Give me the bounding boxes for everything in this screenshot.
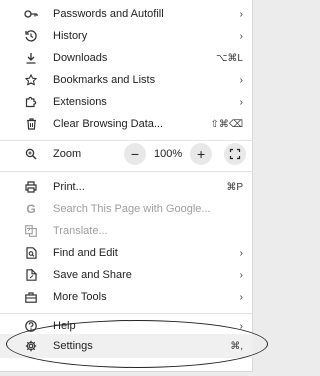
- menu-item-label: Downloads: [53, 52, 108, 64]
- menu-item-label: Clear Browsing Data...: [53, 118, 164, 130]
- chevron-right-icon: ›: [239, 247, 243, 259]
- toolbox-icon: [23, 289, 39, 305]
- menu-item-label: Translate...: [53, 225, 108, 237]
- help-icon: [23, 318, 39, 334]
- google-icon: G: [26, 202, 36, 216]
- menu-item-label: Extensions: [53, 96, 107, 108]
- menu-item-more-tools[interactable]: More Tools ›: [0, 285, 253, 309]
- shortcut-label: ⇧⌘⌫: [210, 118, 243, 130]
- menu-divider: [0, 171, 253, 172]
- menu-item-print[interactable]: Print... ⌘P: [0, 175, 253, 199]
- menu-item-label: Search This Page with Google...: [53, 203, 211, 215]
- menu-item-label: Bookmarks and Lists: [53, 74, 156, 86]
- zoom-controls: − 100% +: [124, 142, 247, 166]
- menu-item-zoom: Zoom − 100% +: [0, 142, 253, 166]
- menu-item-label: History: [53, 30, 88, 42]
- menu-item-find-and-edit[interactable]: Find and Edit ›: [0, 241, 253, 265]
- chevron-right-icon: ›: [239, 320, 243, 332]
- menu-item-label: Save and Share: [53, 269, 132, 281]
- trash-icon: [23, 116, 39, 132]
- chevron-right-icon: ›: [239, 30, 243, 42]
- save-share-icon: [23, 267, 39, 283]
- menu-item-passwords[interactable]: Passwords and Autofill ›: [0, 2, 253, 26]
- puzzle-icon: [23, 94, 39, 110]
- menu-divider: [0, 140, 253, 141]
- fullscreen-button[interactable]: [224, 143, 247, 165]
- zoom-value: 100%: [154, 148, 183, 160]
- menu-item-settings[interactable]: Settings ⌘,: [0, 334, 253, 358]
- menu-item-translate: Translate...: [0, 219, 253, 243]
- find-icon: [23, 245, 39, 261]
- menu-item-history[interactable]: History ›: [0, 24, 253, 48]
- translate-icon: [23, 223, 39, 239]
- menu-item-label: Print...: [53, 181, 85, 193]
- printer-icon: [23, 179, 39, 195]
- star-icon: [23, 72, 39, 88]
- gear-icon: [23, 338, 39, 354]
- zoom-in-button[interactable]: +: [190, 143, 213, 165]
- menu-item-label: Find and Edit: [53, 247, 118, 259]
- shortcut-label: ⌘P: [226, 181, 243, 193]
- chevron-right-icon: ›: [239, 8, 243, 20]
- shortcut-label: ⌥⌘L: [215, 52, 243, 64]
- chevron-right-icon: ›: [239, 291, 243, 303]
- menu-item-clear-browsing-data[interactable]: Clear Browsing Data... ⇧⌘⌫: [0, 112, 253, 136]
- chevron-right-icon: ›: [239, 269, 243, 281]
- menu-item-save-and-share[interactable]: Save and Share ›: [0, 263, 253, 287]
- chrome-menu: Passwords and Autofill › History › Downl…: [0, 0, 253, 372]
- menu-item-search-with-google: G Search This Page with Google...: [0, 197, 253, 221]
- menu-item-extensions[interactable]: Extensions ›: [0, 90, 253, 114]
- menu-item-label: Settings: [53, 340, 93, 352]
- zoom-icon: [23, 146, 39, 162]
- menu-item-downloads[interactable]: Downloads ⌥⌘L: [0, 46, 253, 70]
- zoom-label: Zoom: [53, 148, 82, 160]
- fullscreen-icon: [230, 148, 241, 160]
- menu-item-label: More Tools: [53, 291, 107, 303]
- menu-item-label: Help: [53, 320, 76, 332]
- menu-item-label: Passwords and Autofill: [53, 8, 164, 20]
- chevron-right-icon: ›: [239, 74, 243, 86]
- menu-item-bookmarks[interactable]: Bookmarks and Lists ›: [0, 68, 253, 92]
- shortcut-label: ⌘,: [230, 340, 243, 352]
- zoom-out-button[interactable]: −: [124, 143, 146, 165]
- chevron-right-icon: ›: [239, 96, 243, 108]
- download-icon: [23, 50, 39, 66]
- key-icon: [23, 6, 39, 22]
- history-icon: [23, 28, 39, 44]
